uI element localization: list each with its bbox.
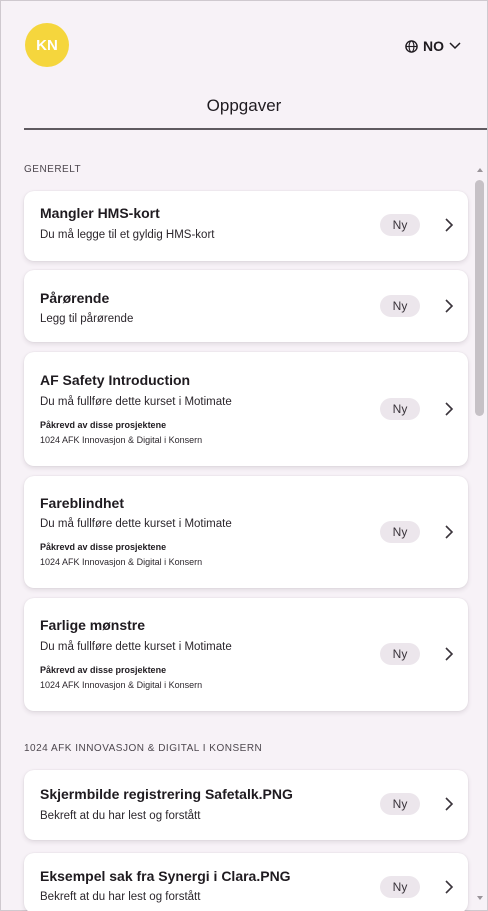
required-by-label: Påkrevd av disse prosjektene bbox=[40, 420, 167, 430]
required-by-label: Påkrevd av disse prosjektene bbox=[40, 665, 167, 675]
chevron-right-icon bbox=[445, 797, 454, 811]
chevron-right-icon bbox=[445, 218, 454, 232]
status-badge: Ny bbox=[380, 295, 420, 317]
status-badge: Ny bbox=[380, 876, 420, 898]
status-badge: Ny bbox=[380, 398, 420, 420]
task-card[interactable]: Eksempel sak fra Synergi i Clara.PNG Bek… bbox=[24, 853, 468, 911]
task-subtitle: Du må fullføre dette kurset i Motimate bbox=[40, 518, 232, 530]
task-card[interactable]: Mangler HMS-kort Du må legge til et gyld… bbox=[24, 191, 468, 261]
scroll-down-arrow-icon[interactable] bbox=[477, 896, 483, 900]
task-title: AF Safety Introduction bbox=[40, 372, 191, 388]
task-card[interactable]: Skjermbilde registrering Safetalk.PNG Be… bbox=[24, 770, 468, 840]
scroll-up-arrow-icon[interactable] bbox=[477, 168, 483, 172]
page-title: Oppgaver bbox=[206, 96, 282, 115]
task-card[interactable]: Farlige mønstre Du må fullføre dette kur… bbox=[24, 598, 468, 711]
task-subtitle: Du må fullføre dette kurset i Motimate bbox=[40, 641, 232, 653]
task-card[interactable]: Fareblindhet Du må fullføre dette kurset… bbox=[24, 476, 468, 588]
required-by-project: 1024 AFK Innovasjon & Digital i Konsern bbox=[40, 435, 203, 445]
task-subtitle: Du må fullføre dette kurset i Motimate bbox=[40, 396, 232, 408]
required-by-label: Påkrevd av disse prosjektene bbox=[40, 542, 167, 552]
language-selector[interactable]: NO bbox=[405, 36, 461, 56]
chevron-down-icon bbox=[449, 42, 461, 50]
task-title: Eksempel sak fra Synergi i Clara.PNG bbox=[40, 868, 291, 884]
task-title: Fareblindhet bbox=[40, 495, 125, 511]
chevron-right-icon bbox=[445, 525, 454, 539]
status-badge: Ny bbox=[380, 643, 420, 665]
task-title: Pårørende bbox=[40, 290, 110, 306]
language-label: NO bbox=[423, 38, 444, 54]
required-by-project: 1024 AFK Innovasjon & Digital i Konsern bbox=[40, 680, 203, 690]
scrollbar-thumb[interactable] bbox=[475, 180, 484, 416]
task-title: Farlige mønstre bbox=[40, 617, 146, 633]
avatar[interactable]: KN bbox=[25, 23, 69, 67]
chevron-right-icon bbox=[445, 880, 454, 894]
status-badge: Ny bbox=[380, 214, 420, 236]
chevron-right-icon bbox=[445, 299, 454, 313]
task-subtitle: Bekreft at du har lest og forstått bbox=[40, 891, 201, 903]
top-bar: KN NO bbox=[0, 0, 488, 90]
task-subtitle: Legg til pårørende bbox=[40, 313, 134, 325]
status-badge: Ny bbox=[380, 521, 420, 543]
section-label-generelt: GENERELT bbox=[24, 164, 82, 175]
required-by-project: 1024 AFK Innovasjon & Digital i Konsern bbox=[40, 557, 203, 567]
task-card[interactable]: Pårørende Legg til pårørende Ny bbox=[24, 270, 468, 342]
chevron-right-icon bbox=[445, 647, 454, 661]
status-badge: Ny bbox=[380, 793, 420, 815]
task-title: Skjermbilde registrering Safetalk.PNG bbox=[40, 786, 293, 802]
task-subtitle: Du må legge til et gyldig HMS-kort bbox=[40, 229, 215, 241]
title-underline bbox=[24, 128, 487, 130]
task-card[interactable]: AF Safety Introduction Du må fullføre de… bbox=[24, 352, 468, 466]
chevron-right-icon bbox=[445, 402, 454, 416]
task-title: Mangler HMS-kort bbox=[40, 205, 160, 221]
globe-icon bbox=[405, 39, 418, 53]
task-subtitle: Bekreft at du har lest og forstått bbox=[40, 810, 201, 822]
section-label-project: 1024 AFK INNOVASJON & DIGITAL I KONSERN bbox=[24, 743, 263, 754]
